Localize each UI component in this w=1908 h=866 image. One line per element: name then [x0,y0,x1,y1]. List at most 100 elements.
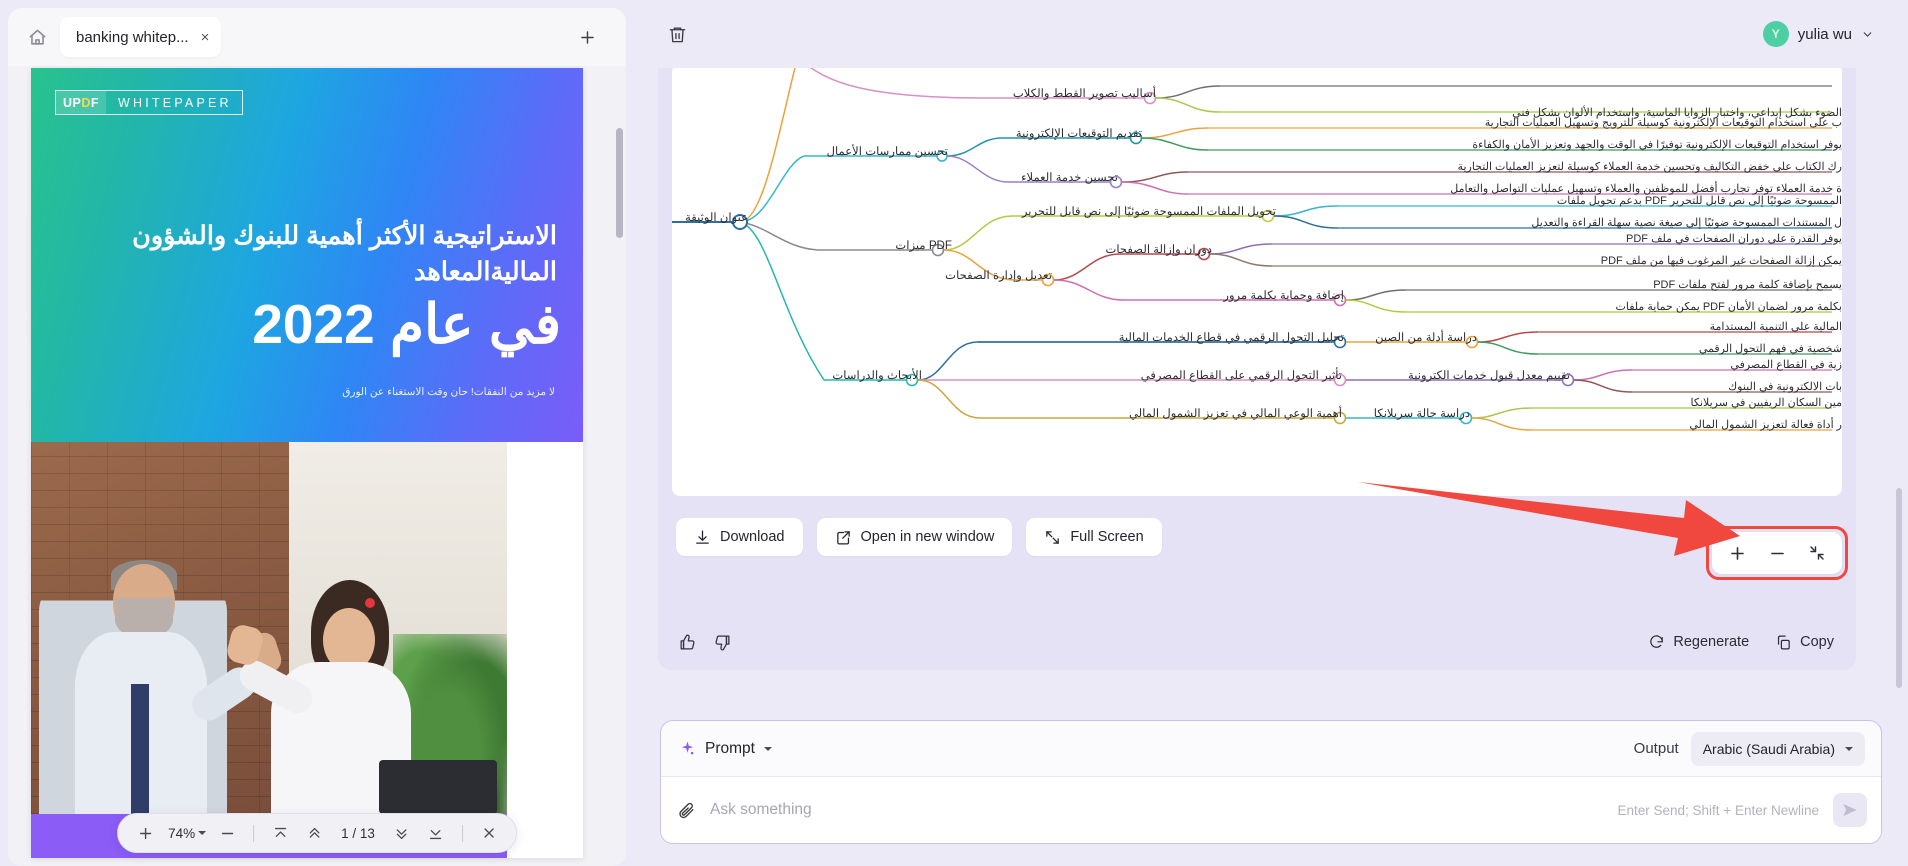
chevron-down-icon [198,831,207,835]
mindmap-node[interactable]: مين السكان الريفيين في سريلانكا [1691,396,1842,409]
mindmap-node[interactable]: ب على استخدام التوقيعات الإلكترونية كوسي… [1485,116,1842,129]
mindmap-node[interactable]: تقديم التوقيعات الإلكترونية [1016,126,1142,140]
prompt-label: Prompt [705,739,755,757]
mindmap-node[interactable]: بكلمة مرور لضمان الأمان PDF يمكن حماية م… [1616,300,1843,313]
mindmap-node-root[interactable]: عنوان الوثيقة [685,210,748,224]
mindmap-node[interactable]: ر أداة فعالة لتعزيز الشمول المالي [1689,418,1842,431]
mindmap-node[interactable]: أساليب تصوير القطط والكلاب [1013,86,1156,100]
copy-button[interactable]: Copy [1775,634,1834,651]
tab-bar: banking whitep... × [8,8,626,66]
mindmap-node[interactable]: يمكن إزالة الصفحات غير المرغوب فيها من م… [1601,254,1842,267]
mindmap-node[interactable]: رك الكتاب على خفض التكاليف وتحسين خدمة ا… [1458,160,1842,173]
document-subtitle: لا مزيد من النفقات! حان وقت الاستغناء عن… [342,386,555,398]
full-screen-label: Full Screen [1070,529,1144,545]
page-indicator[interactable]: 1 / 13 [333,826,383,841]
regenerate-label: Regenerate [1673,634,1750,650]
mindmap-node[interactable]: PDF ميزات [895,238,952,252]
first-page-icon[interactable] [265,818,295,848]
left-pane: banking whitep... × UP D F WHITEPAPER الاس… [0,0,634,866]
document-page: UP D F WHITEPAPER الاستراتيجية الأكثر أهمي… [31,68,583,858]
close-icon[interactable]: × [201,30,210,45]
mindmap-node[interactable]: تحسين ممارسات الأعمال [827,144,948,158]
mindmap-canvas[interactable]: عنوان الوثيقة أساليب تصوير القطط والكلاب… [672,68,1842,496]
regenerate-button[interactable]: Regenerate [1648,634,1749,651]
mindmap-node[interactable]: تأثير التحول الرقمي على القطاع المصرفي [1141,368,1342,382]
document-photo [31,442,507,814]
mindmap-node[interactable]: دراسة أدلة من الصين [1375,330,1477,344]
toolbar-divider-1 [253,824,255,842]
pdf-toolbar: 74% 1 / 13 [117,813,517,853]
chat-scrollbar[interactable] [1896,488,1902,688]
ask-input[interactable] [710,801,1604,819]
mindmap-zoom-in-button[interactable] [1718,536,1756,570]
avatar: Y [1762,21,1789,47]
last-page-icon[interactable] [421,818,451,848]
mindmap-node[interactable]: تحسين خدمة العملاء [1021,170,1118,184]
chat-scroll-area[interactable]: عنوان الوثيقة أساليب تصوير القطط والكلاب… [634,68,1908,720]
thumbs-down-icon[interactable] [713,633,732,652]
download-icon [696,529,709,544]
mindmap-node[interactable]: تقييم معدل قبول خدمات الكترونية [1408,368,1570,382]
home-icon[interactable] [20,20,54,54]
mindmap-node[interactable]: المالية على التنمية المستدامة [1710,320,1842,333]
copy-label: Copy [1800,634,1834,650]
mindmap-node[interactable]: إضافة وحماية بكلمة مرور [1223,288,1344,302]
download-label: Download [720,529,785,545]
mindmap-zoom-controls [1712,532,1842,574]
updf-logo: UP D F [56,91,107,114]
prompt-selector[interactable]: Prompt [679,740,772,758]
zoom-level-selector[interactable]: 74% [164,826,208,841]
mindmap-node[interactable]: دوران وإزالة الصفحات [1105,242,1212,256]
open-in-new-window-button[interactable]: Open in new window [816,518,1013,556]
output-language-group: Output Arabic (Saudi Arabia) [1633,731,1865,766]
new-tab-button[interactable] [572,22,602,52]
download-button[interactable]: Download [676,518,803,556]
full-screen-icon [1046,530,1060,544]
output-language-select[interactable]: Arabic (Saudi Arabia) [1690,731,1865,766]
right-header: Y yulia wu [634,0,1908,68]
mindmap-node[interactable]: الممسوحة ضوئيًا إلى نص قابل للتحرير PDF … [1557,194,1842,207]
page-right-margin [507,442,583,858]
mindmap-node[interactable]: بات الالكترونية في البنوك [1728,380,1842,393]
mindmap-node[interactable]: دراسة حالة سريلانكا [1374,406,1470,420]
app-root: banking whitep... × UP D F WHITEPAPER الاس… [0,0,1908,866]
mindmap-node[interactable]: تحليل التحول الرقمي في قطاع الخدمات الما… [1119,330,1344,344]
user-menu[interactable]: Y yulia wu [1755,17,1882,51]
attachment-icon[interactable] [677,801,696,820]
photo-laptop [379,760,497,814]
next-page-icon[interactable] [387,818,417,848]
document-tab[interactable]: banking whitep... × [60,17,222,57]
send-button[interactable] [1833,793,1867,827]
document-page-area[interactable]: UP D F WHITEPAPER الاستراتيجية الأكثر أهمي… [8,66,626,866]
mindmap-node[interactable]: تحويل الملفات الممسوحة ضوئيًا إلى نص قاب… [1022,204,1276,218]
mindmap-node[interactable]: يسمح بإضافة كلمة مرور لفتح ملفات PDF [1653,278,1842,291]
mindmap-node[interactable]: الأبحاث والدراسات [832,368,922,382]
mindmap-node[interactable]: تعديل وإدارة الصفحات [945,268,1052,282]
full-screen-button[interactable]: Full Screen [1026,518,1162,556]
document-title: الاستراتيجية الأكثر أهمية للبنوك والشؤون… [132,222,557,287]
feedback-row: Regenerate Copy [658,614,1856,670]
mindmap-node[interactable]: زية في القطاع المصرفي [1730,358,1842,371]
zoom-level-label: 74% [168,825,196,841]
thumbs-up-icon[interactable] [678,633,697,652]
trash-icon[interactable] [660,17,694,51]
chevron-down-icon [1863,31,1872,37]
mindmap-node[interactable]: أهمية الوعي المالي في تعزيز الشمول المال… [1129,406,1342,420]
mindmap-node[interactable]: يوفر القدرة على دوران الصفحات في ملف PDF [1626,232,1842,245]
mindmap-node[interactable]: شخصية في فهم التحول الرقمي [1699,342,1842,355]
mindmap-node[interactable]: يوفر استخدام التوقيعات الإلكترونية توفير… [1472,138,1842,151]
prev-page-icon[interactable] [299,818,329,848]
mindmap-node[interactable]: ل المستندات الممسوحة ضوئيًا إلى صيغة نصي… [1531,216,1842,229]
composer-hint: Enter Send; Shift + Enter Newline [1617,802,1820,818]
mindmap-fit-screen-button[interactable] [1798,536,1836,570]
zoom-in-icon[interactable] [130,818,160,848]
composer-wrapper: Prompt Output Arabic (Saudi Arabia) Ask … [634,720,1908,866]
close-toolbar-icon[interactable] [474,818,504,848]
zoom-out-icon[interactable] [212,818,242,848]
output-label: Output [1633,740,1679,757]
sparkle-icon [681,741,694,755]
send-icon [1843,804,1857,816]
composer-input-row: Enter Send; Shift + Enter Newline [661,777,1881,843]
mindmap-zoom-out-button[interactable] [1758,536,1796,570]
document-scrollbar[interactable] [616,128,623,238]
